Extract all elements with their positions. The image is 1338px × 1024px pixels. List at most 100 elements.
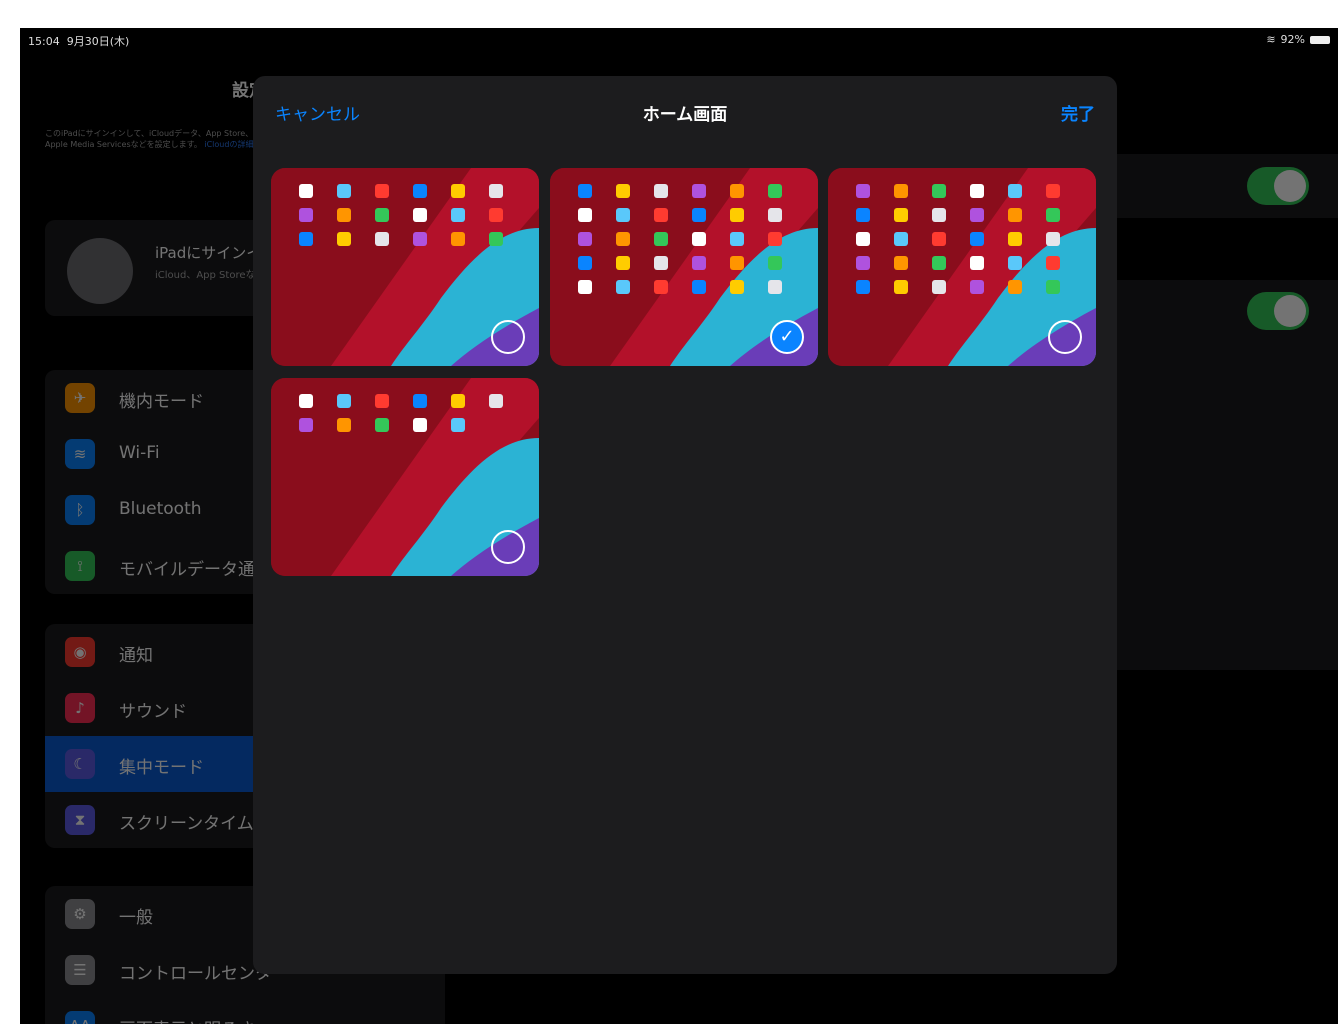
app-icon xyxy=(692,184,706,198)
app-icon xyxy=(856,232,870,246)
app-icon xyxy=(768,232,782,246)
app-icon xyxy=(489,184,503,198)
app-icon xyxy=(451,232,465,246)
battery-icon xyxy=(1310,35,1330,44)
selection-circle-icon[interactable] xyxy=(491,530,525,564)
app-icon xyxy=(654,232,668,246)
app-icon xyxy=(413,232,427,246)
sidebar-item-label: 機内モード xyxy=(119,392,204,412)
app-icon xyxy=(692,208,706,222)
selection-circle-icon[interactable] xyxy=(491,320,525,354)
sidebar-item-display[interactable]: AA 画面表示と明るさ xyxy=(45,998,445,1024)
home-page-thumbnail[interactable] xyxy=(828,168,1096,366)
done-button[interactable]: 完了 xyxy=(1061,100,1095,125)
app-icon xyxy=(451,394,465,408)
control-center-icon: ☰ xyxy=(65,955,95,985)
selection-circle-icon[interactable] xyxy=(1048,320,1082,354)
wifi-icon: ≋ xyxy=(65,439,95,469)
app-icon xyxy=(692,280,706,294)
app-icon xyxy=(413,394,427,408)
signin-link[interactable]: iCloudの詳細 xyxy=(204,140,253,149)
app-icon xyxy=(730,208,744,222)
cancel-button[interactable]: キャンセル xyxy=(275,100,360,125)
app-icon xyxy=(894,280,908,294)
sidebar-item-label: 通知 xyxy=(119,646,153,666)
app-icon xyxy=(413,184,427,198)
app-icon xyxy=(375,394,389,408)
app-icon xyxy=(1008,208,1022,222)
app-icon-grid xyxy=(578,184,786,294)
sidebar-item-label: モバイルデータ通信 xyxy=(119,560,272,580)
sidebar-item-label: 集中モード xyxy=(119,758,204,778)
app-icon xyxy=(932,280,946,294)
home-page-thumbnail[interactable] xyxy=(271,378,539,576)
app-icon xyxy=(768,280,782,294)
app-icon xyxy=(856,208,870,222)
app-icon xyxy=(1008,184,1022,198)
app-icon xyxy=(337,184,351,198)
app-icon xyxy=(654,208,668,222)
app-icon xyxy=(451,208,465,222)
app-icon xyxy=(856,280,870,294)
app-icon xyxy=(1046,232,1060,246)
hourglass-icon: ⧗ xyxy=(65,805,95,835)
app-icon xyxy=(970,184,984,198)
status-bar: 15:04 9月30日(木) ≋ 92% xyxy=(20,28,1338,50)
ipad-screen: 15:04 9月30日(木) ≋ 92% 設定 このiPadにサインインして、i… xyxy=(20,28,1338,1024)
status-right: ≋ 92% xyxy=(1266,33,1330,46)
app-icon xyxy=(692,232,706,246)
home-page-thumbnail[interactable]: ✓ xyxy=(550,168,818,366)
app-icon xyxy=(970,256,984,270)
app-icon xyxy=(932,208,946,222)
sidebar-item-label: 一般 xyxy=(119,908,153,928)
app-icon xyxy=(375,418,389,432)
app-icon xyxy=(299,184,313,198)
sidebar-item-label: 画面表示と明るさ xyxy=(119,1015,255,1024)
app-icon xyxy=(1046,256,1060,270)
app-icon xyxy=(489,394,503,408)
sheet-nav-bar: キャンセル ホーム画面 完了 xyxy=(253,76,1117,148)
checkmark-icon[interactable]: ✓ xyxy=(770,320,804,354)
app-icon xyxy=(970,232,984,246)
app-icon xyxy=(375,232,389,246)
app-icon xyxy=(1008,256,1022,270)
app-icon-grid xyxy=(299,184,507,246)
app-icon xyxy=(654,256,668,270)
sidebar-item-label: Bluetooth xyxy=(119,499,202,519)
app-icon xyxy=(299,208,313,222)
home-screen-sheet: キャンセル ホーム画面 完了 ✓ xyxy=(253,76,1117,974)
app-icon xyxy=(375,184,389,198)
app-icon xyxy=(894,184,908,198)
app-icon xyxy=(932,184,946,198)
app-icon xyxy=(489,232,503,246)
airplane-icon: ✈ xyxy=(65,383,95,413)
cellular-icon: ⟟ xyxy=(65,551,95,581)
home-page-thumbnail[interactable] xyxy=(271,168,539,366)
battery-percent: 92% xyxy=(1280,33,1305,46)
app-icon xyxy=(768,208,782,222)
sidebar-item-label: Wi-Fi xyxy=(119,443,160,463)
status-date: 9月30日(木) xyxy=(66,35,130,48)
toggle-switch-1[interactable] xyxy=(1247,167,1309,205)
app-icon xyxy=(856,256,870,270)
bluetooth-icon: ᛒ xyxy=(65,495,95,525)
app-icon xyxy=(578,232,592,246)
sheet-title: ホーム画面 xyxy=(642,105,728,125)
status-time: 15:04 xyxy=(28,35,60,48)
app-icon xyxy=(413,208,427,222)
app-icon xyxy=(856,184,870,198)
profile-subtitle: iCloud、App Storeなど xyxy=(155,270,266,281)
app-icon xyxy=(894,256,908,270)
app-icon xyxy=(616,232,630,246)
status-time-date: 15:04 9月30日(木) xyxy=(28,33,129,49)
app-icon-grid xyxy=(856,184,1064,294)
app-icon xyxy=(489,208,503,222)
app-icon xyxy=(1046,208,1060,222)
signin-description: このiPadにサインインして、iCloudデータ、App Store、Apple… xyxy=(45,128,255,150)
sidebar-item-label: スクリーンタイム xyxy=(119,814,254,834)
app-icon xyxy=(654,280,668,294)
display-icon: AA xyxy=(65,1011,95,1024)
toggle-switch-2[interactable] xyxy=(1247,292,1309,330)
app-icon xyxy=(578,184,592,198)
app-icon xyxy=(337,232,351,246)
